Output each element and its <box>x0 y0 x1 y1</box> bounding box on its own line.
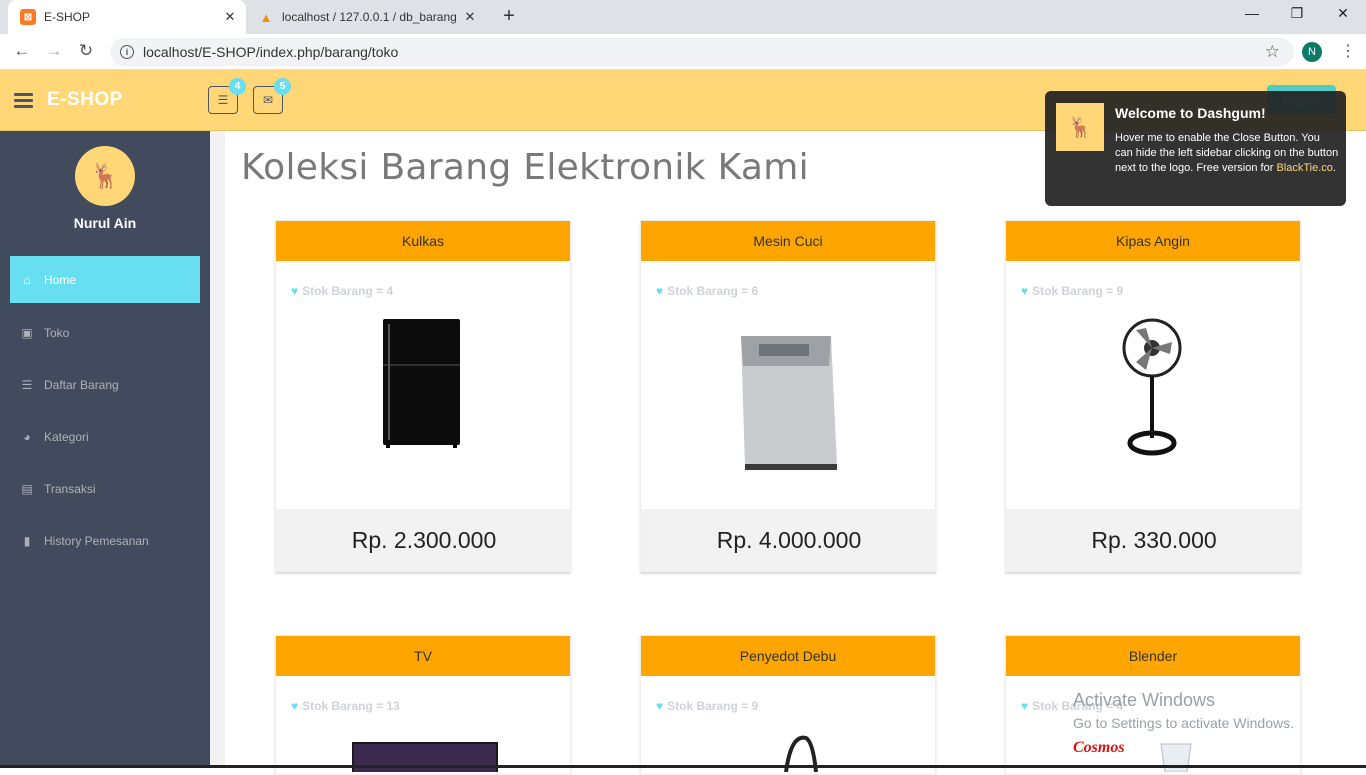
heart-icon: ♥ <box>1021 699 1029 713</box>
browser-toolbar: ← → ↻ i localhost/E-SHOP/index.php/baran… <box>0 34 1366 70</box>
sidebar-item-label: Toko <box>44 325 70 340</box>
address-bar[interactable]: i localhost/E-SHOP/index.php/barang/toko… <box>110 38 1294 66</box>
sidebar-toggle-icon[interactable] <box>14 93 33 108</box>
heart-icon: ♥ <box>656 699 664 713</box>
list-icon: ☰ <box>21 377 33 392</box>
money-icon: ▤ <box>21 481 33 496</box>
sidebar-item-label: Home <box>44 272 77 287</box>
blacktie-link[interactable]: BlackTie.co <box>1276 162 1332 174</box>
profile-avatar[interactable]: N <box>1302 42 1322 62</box>
notification-image: 🦌 <box>1056 103 1104 151</box>
bookmark-icon: ▮ <box>23 533 31 548</box>
minimize-icon[interactable]: — <box>1237 5 1267 21</box>
product-name: Mesin Cuci <box>641 221 935 261</box>
sidebar: 🦌 Nurul Ain ⌂ Home ▣ Toko ☰ Daftar Baran… <box>0 131 210 768</box>
forward-icon[interactable]: → <box>42 41 66 61</box>
heart-icon: ♥ <box>1021 284 1029 298</box>
app-logo[interactable]: E-SHOP <box>47 89 123 111</box>
deer-icon: 🦌 <box>90 162 120 190</box>
heart-icon: ♥ <box>656 284 664 298</box>
sidebar-item-label: Daftar Barang <box>44 377 119 392</box>
sidebar-item-transaksi[interactable]: ▤ Transaksi <box>10 465 200 512</box>
mail-button[interactable]: ✉ 5 <box>253 78 291 114</box>
tab-title: E-SHOP <box>44 10 91 24</box>
product-card[interactable]: Kulkas ♥ Stok Barang = 4 Rp. 2.300.000 <box>275 220 572 572</box>
product-name: TV <box>276 636 570 676</box>
sidebar-item-daftar-barang[interactable]: ☰ Daftar Barang <box>10 361 200 408</box>
product-card[interactable]: Mesin Cuci ♥ Stok Barang = 6 Rp. 4.000.00… <box>640 220 937 572</box>
sidebar-item-history[interactable]: ▮ History Pemesanan <box>10 517 200 564</box>
close-tab-icon[interactable]: ✕ <box>220 9 240 25</box>
product-name: Kipas Angin <box>1006 221 1300 261</box>
phpmyadmin-icon: ▲ <box>259 9 273 25</box>
url-text: localhost/E-SHOP/index.php/barang/toko <box>143 44 399 60</box>
reload-icon[interactable]: ↻ <box>74 41 98 61</box>
sidebar-item-toko[interactable]: ▣ Toko <box>10 309 200 356</box>
washing-machine-image <box>741 336 837 470</box>
home-icon: ⌂ <box>23 272 31 287</box>
product-stock: ♥ Stok Barang = 9 <box>1021 284 1124 298</box>
product-card[interactable]: TV ♥ Stok Barang = 13 <box>275 635 571 775</box>
briefcase-icon: ▣ <box>21 325 33 340</box>
sidebar-item-kategori[interactable]: ◕ Kategori <box>10 413 200 460</box>
sidebar-item-label: Kategori <box>44 429 89 444</box>
activate-windows-subtitle: Go to Settings to activate Windows. <box>1073 715 1294 731</box>
heart-icon: ♥ <box>291 284 299 298</box>
browser-tab-strip: ⊠ E-SHOP ✕ ▲ localhost / 127.0.0.1 / db_… <box>0 0 1366 34</box>
product-stock: ♥ Stok Barang = 13 <box>291 699 400 713</box>
product-card[interactable]: Kipas Angin ♥ Stok Barang = 9 Rp. 330.000 <box>1005 220 1302 572</box>
product-price: Rp. 2.300.000 <box>276 509 572 571</box>
restore-icon[interactable]: ❐ <box>1282 5 1312 22</box>
new-tab-icon[interactable]: + <box>498 5 520 28</box>
tasks-badge: 4 <box>229 78 246 95</box>
browser-tab-eshop[interactable]: ⊠ E-SHOP ✕ <box>8 0 246 34</box>
product-stock: ♥ Stok Barang = 6 <box>656 284 759 298</box>
sidebar-item-label: History Pemesanan <box>44 533 149 548</box>
product-price: Rp. 330.000 <box>1006 509 1302 571</box>
close-window-icon[interactable]: ✕ <box>1328 5 1358 22</box>
notification-body: Hover me to enable the Close Button. You… <box>1115 132 1339 174</box>
content-panel: Koleksi Barang Elektronik Kami Kulkas ♥ S… <box>225 131 1366 775</box>
browser-tab-phpmyadmin[interactable]: ▲ localhost / 127.0.0.1 / db_barang ✕ <box>250 0 486 34</box>
fan-image <box>1122 318 1182 456</box>
sidebar-item-home[interactable]: ⌂ Home <box>10 256 200 303</box>
menu-kebab-icon[interactable]: ⋮ <box>1340 41 1356 61</box>
back-icon[interactable]: ← <box>10 41 34 61</box>
xampp-icon: ⊠ <box>20 9 36 25</box>
product-stock: ♥ Stok Barang = 9 <box>656 699 759 713</box>
welcome-notification[interactable]: 🦌 Welcome to Dashgum! Hover me to enable… <box>1045 91 1346 206</box>
product-card[interactable]: Penyedot Debu ♥ Stok Barang = 9 <box>640 635 936 775</box>
username: Nurul Ain <box>73 215 137 231</box>
product-name: Penyedot Debu <box>641 636 935 676</box>
avatar[interactable]: 🦌 <box>75 146 135 206</box>
tasks-button[interactable]: ☰ 4 <box>208 78 246 114</box>
tab-title: localhost / 127.0.0.1 / db_barang <box>282 10 457 24</box>
svg-text:Cosmos: Cosmos <box>1073 739 1125 756</box>
fridge-image <box>383 319 460 448</box>
product-price: Rp. 4.000.000 <box>641 509 937 571</box>
envelope-icon: ✉ <box>262 93 274 107</box>
mail-badge: 5 <box>274 78 291 95</box>
heart-icon: ♥ <box>291 699 299 713</box>
sidebar-item-label: Transaksi <box>44 481 96 496</box>
activate-windows-title: Activate Windows <box>1073 690 1216 710</box>
info-icon[interactable]: i <box>120 45 134 59</box>
dashboard-icon: ◕ <box>23 429 31 444</box>
tasks-icon: ☰ <box>217 93 229 107</box>
close-tab-icon[interactable]: ✕ <box>460 9 480 25</box>
product-name: Blender <box>1006 636 1300 676</box>
page-title: Koleksi Barang Elektronik Kami <box>241 147 809 188</box>
main-content: Koleksi Barang Elektronik Kami Kulkas ♥ S… <box>210 131 1366 775</box>
deer-icon: 🦌 <box>1067 116 1093 139</box>
product-stock: ♥ Stok Barang = 4 <box>291 284 394 298</box>
product-name: Kulkas <box>276 221 570 261</box>
bookmark-star-icon[interactable]: ☆ <box>1265 42 1280 62</box>
notification-title: Welcome to Dashgum! <box>1115 105 1266 121</box>
